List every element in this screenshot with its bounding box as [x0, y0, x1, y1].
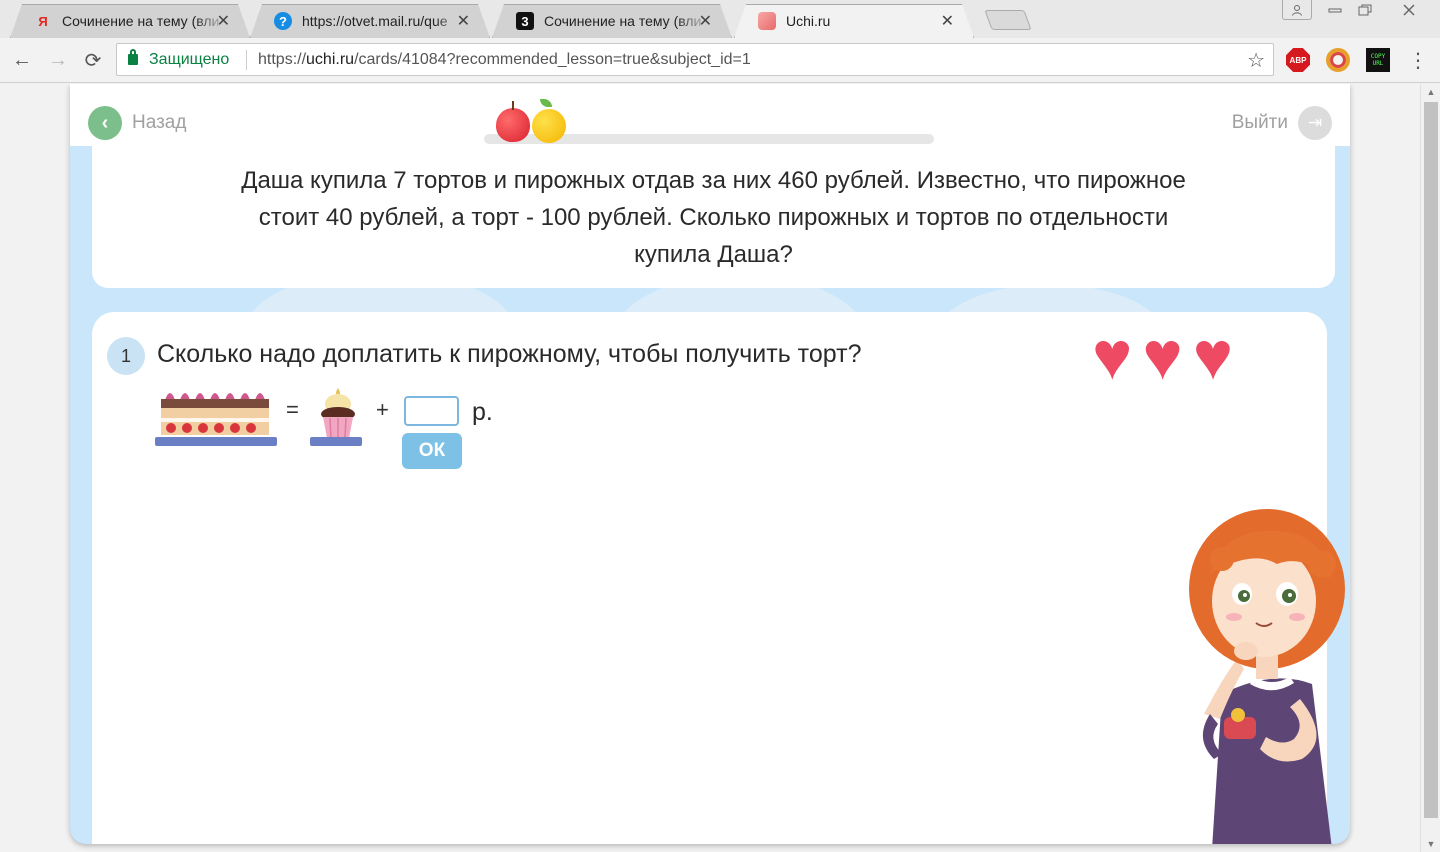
back-arrow-icon[interactable]: ← [10, 48, 34, 72]
new-tab-button[interactable] [984, 10, 1032, 30]
plus-sign: + [376, 397, 389, 422]
user-profile-icon[interactable] [1282, 0, 1312, 20]
url-host: uchi.ru [306, 51, 355, 68]
extension-ring-icon[interactable] [1326, 48, 1350, 72]
divider [246, 50, 247, 70]
back-button[interactable]: ‹ Назад [88, 106, 186, 140]
tab-close-icon[interactable]: ✕ [941, 11, 954, 31]
tab-title: Сочинение на тему (вли [544, 13, 702, 29]
copy-url-icon[interactable]: COPY URL [1366, 48, 1390, 72]
cupcake-plate [310, 437, 362, 446]
lesson-card: ‹ Назад Выйти ⇥ Даша купила 7 тортов и п… [70, 84, 1350, 844]
tab-strip: Я Сочинение на тему (вли ✕ ? https://otv… [0, 0, 1440, 38]
ok-button[interactable]: ОК [402, 433, 462, 469]
exit-label: Выйти [1231, 112, 1288, 133]
question-card: 1 Сколько надо доплатить к пирожному, чт… [92, 312, 1327, 844]
tab-title: Сочинение на тему (вли [62, 13, 220, 29]
window-close-icon[interactable] [1392, 0, 1426, 20]
tab-close-icon[interactable]: ✕ [699, 11, 712, 31]
restore-icon[interactable] [1350, 0, 1380, 20]
cake-plate [155, 437, 277, 446]
scroll-up-arrow-icon[interactable]: ▲ [1421, 84, 1440, 100]
cupcake-icon [321, 388, 355, 439]
apple-icon [496, 101, 530, 142]
tab-title: Uchi.ru [786, 13, 831, 29]
browser-tab-1[interactable]: Я Сочинение на тему (вли ✕ [10, 4, 250, 38]
exit-icon: ⇥ [1298, 106, 1332, 140]
tab-close-icon[interactable]: ✕ [457, 11, 470, 31]
bookmark-star-icon[interactable]: ☆ [1247, 48, 1265, 73]
browser-tab-2[interactable]: ? https://otvet.mail.ru/que ✕ [250, 4, 490, 38]
chevron-left-icon: ‹ [88, 106, 122, 140]
back-label: Назад [132, 112, 187, 133]
tab-close-icon[interactable]: ✕ [217, 11, 230, 31]
unit-label: р. [472, 398, 493, 426]
browser-tab-4-active[interactable]: Uchi.ru ✕ [734, 4, 974, 38]
browser-tab-3[interactable]: 3 Сочинение на тему (вли ✕ [492, 4, 732, 38]
adblock-plus-icon[interactable]: ABP [1286, 48, 1310, 72]
exit-button[interactable]: Выйти ⇥ [1232, 106, 1332, 140]
page-scrollbar[interactable]: ▲ ▼ [1420, 84, 1440, 852]
scroll-down-arrow-icon[interactable]: ▼ [1421, 836, 1440, 852]
scrollbar-thumb[interactable] [1424, 102, 1438, 818]
orange-icon [532, 99, 566, 143]
lock-icon [128, 49, 138, 65]
answer-input[interactable] [404, 396, 459, 426]
task-statement: Даша купила 7 тортов и пирожных отдав за… [241, 166, 1186, 268]
forward-arrow-icon[interactable]: → [46, 48, 70, 72]
equals-sign: = [286, 397, 299, 422]
minimize-icon[interactable] [1320, 0, 1350, 20]
lesson-header: ‹ Назад Выйти ⇥ [70, 84, 1350, 146]
secure-label: Защищено [149, 51, 230, 68]
page-viewport: ‹ Назад Выйти ⇥ Даша купила 7 тортов и п… [0, 84, 1420, 852]
url-text[interactable]: https://uchi.ru/cards/41084?recommended_… [258, 51, 751, 69]
address-bar[interactable]: Защищено https://uchi.ru/cards/41084?rec… [116, 43, 1274, 76]
znanija-favicon-icon: 3 [516, 12, 534, 30]
url-path: /cards/41084?recommended_lesson=true&sub… [354, 51, 751, 68]
mail-answers-favicon-icon: ? [274, 12, 292, 30]
task-statement-box: Даша купила 7 тортов и пирожных отдав за… [92, 146, 1335, 288]
url-scheme: https:// [258, 51, 307, 68]
tab-title: https://otvet.mail.ru/que [302, 13, 448, 29]
browser-toolbar: ← → ⟳ Защищено https://uchi.ru/cards/410… [0, 38, 1440, 83]
browser-menu-icon[interactable]: ⋮ [1408, 48, 1428, 72]
girl-character-illustration [1189, 509, 1345, 844]
reload-icon[interactable]: ⟳ [81, 48, 105, 72]
yandex-favicon-icon: Я [38, 13, 48, 29]
equation: = + р. ОК [92, 312, 1327, 844]
uchi-favicon-icon [758, 12, 776, 30]
